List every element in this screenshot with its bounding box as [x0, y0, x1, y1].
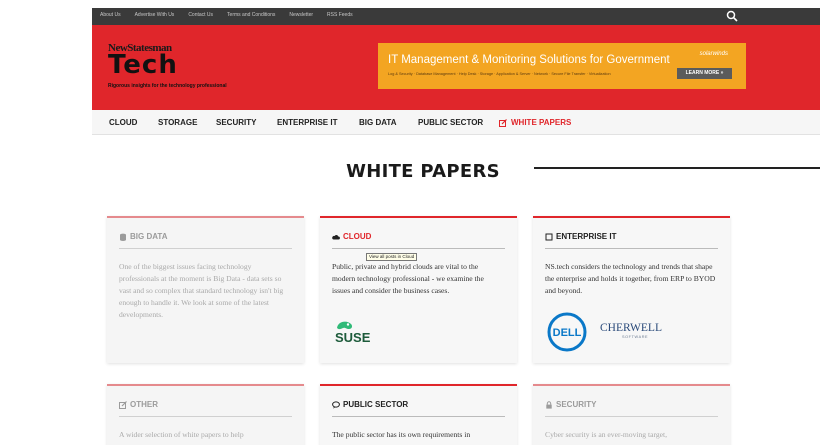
nav-item-security[interactable]: SECURITY	[216, 118, 256, 127]
card-heading[interactable]: PUBLIC SECTOR	[332, 400, 408, 409]
card-security[interactable]: SECURITY Cyber security is an ever-movin…	[533, 384, 730, 445]
edit-icon	[499, 118, 507, 127]
page-title: WHITE PAPERS	[346, 161, 500, 182]
nav-item-white-papers-label: WHITE PAPERS	[511, 118, 572, 127]
card-heading-label: OTHER	[130, 400, 158, 409]
link-contact-us[interactable]: Contact Us	[188, 12, 213, 18]
card-public-sector[interactable]: PUBLIC SECTOR The public sector has its …	[320, 384, 517, 445]
card-description: NS.tech considers the technology and tre…	[545, 262, 716, 295]
database-icon	[120, 233, 126, 241]
card-heading[interactable]: BIG DATA	[119, 232, 167, 241]
top-utility-bar: About Us Advertise With Us Contact Us Te…	[92, 8, 820, 25]
card-heading[interactable]: SECURITY	[545, 400, 596, 409]
nav-item-white-papers[interactable]: WHITE PAPERS	[499, 118, 571, 127]
suse-logo[interactable]: SUSE	[334, 319, 384, 345]
nav-item-storage[interactable]: STORAGE	[158, 118, 197, 127]
logo-wordmark: Tech	[108, 50, 178, 80]
cherwell-subtext: SOFTWARE	[622, 335, 648, 339]
site-logo[interactable]: NewStatesman Tech Rigorous insights for …	[108, 42, 243, 92]
title-rule	[534, 167, 820, 169]
card-heading[interactable]: ENTERPRISE IT	[545, 232, 616, 241]
card-divider	[119, 416, 292, 417]
card-big-data[interactable]: BIG DATA One of the biggest issues facin…	[107, 216, 304, 363]
suse-wordmark: SUSE	[335, 330, 371, 345]
card-other[interactable]: OTHER A wider selection of white papers …	[107, 384, 304, 445]
link-rss[interactable]: RSS Feeds	[327, 12, 353, 18]
card-divider	[332, 416, 505, 417]
search-icon[interactable]	[726, 10, 738, 22]
card-description: Cyber security is an ever-moving target,	[545, 430, 668, 439]
nav-item-cloud[interactable]: CLOUD	[109, 118, 137, 127]
dell-wordmark: DELL	[553, 327, 582, 339]
nav-item-enterprise-it[interactable]: ENTERPRISE IT	[277, 118, 337, 127]
card-description: The public sector has its own requiremen…	[332, 430, 471, 439]
card-divider	[119, 248, 292, 249]
square-icon	[545, 233, 553, 240]
cherwell-wordmark: CHERWELL	[600, 322, 662, 334]
lock-icon	[546, 400, 552, 409]
card-divider	[545, 248, 718, 249]
link-about-us[interactable]: About Us	[100, 12, 121, 18]
card-description: Public, private and hybrid clouds are vi…	[332, 262, 484, 295]
card-heading[interactable]: OTHER	[119, 400, 158, 409]
link-newsletter[interactable]: Newsletter	[289, 12, 313, 18]
main-nav: CLOUD STORAGE SECURITY ENTERPRISE IT BIG…	[92, 110, 820, 135]
ad-learn-more-button[interactable]: LEARN MORE »	[677, 68, 732, 79]
ad-advertiser: solarwinds	[699, 51, 728, 57]
site-header: NewStatesman Tech Rigorous insights for …	[92, 25, 820, 110]
card-heading-label: CLOUD	[343, 232, 372, 241]
card-description: A wider selection of white papers to hel…	[119, 430, 244, 439]
nav-item-big-data[interactable]: BIG DATA	[359, 118, 396, 127]
link-advertise[interactable]: Advertise With Us	[135, 12, 175, 18]
card-heading-label: ENTERPRISE IT	[556, 232, 617, 241]
logo-tagline: Rigorous insights for the technology pro…	[108, 83, 227, 89]
nav-item-public-sector[interactable]: PUBLIC SECTOR	[418, 118, 483, 127]
utility-links: About Us Advertise With Us Contact Us Te…	[100, 12, 353, 18]
ad-banner[interactable]: IT Management & Monitoring Solutions for…	[378, 43, 746, 89]
edit-icon	[119, 400, 127, 409]
card-divider	[332, 248, 505, 249]
cloud-icon	[332, 234, 340, 239]
ad-subtitle: Log & Security · Database Management · H…	[388, 72, 611, 76]
tooltip: View all posts in Cloud	[366, 253, 418, 261]
card-heading[interactable]: CLOUD	[332, 232, 371, 241]
card-description: One of the biggest issues facing technol…	[119, 262, 284, 319]
card-heading-label: PUBLIC SECTOR	[343, 400, 409, 409]
chat-icon	[332, 400, 340, 409]
cherwell-logo[interactable]: CHERWELL SOFTWARE	[598, 318, 668, 342]
link-terms[interactable]: Terms and Conditions	[227, 12, 275, 18]
dell-logo[interactable]: DELL	[547, 312, 587, 352]
card-divider	[545, 416, 718, 417]
card-heading-label: BIG DATA	[130, 232, 168, 241]
card-heading-label: SECURITY	[556, 400, 597, 409]
ad-title: IT Management & Monitoring Solutions for…	[388, 54, 670, 66]
